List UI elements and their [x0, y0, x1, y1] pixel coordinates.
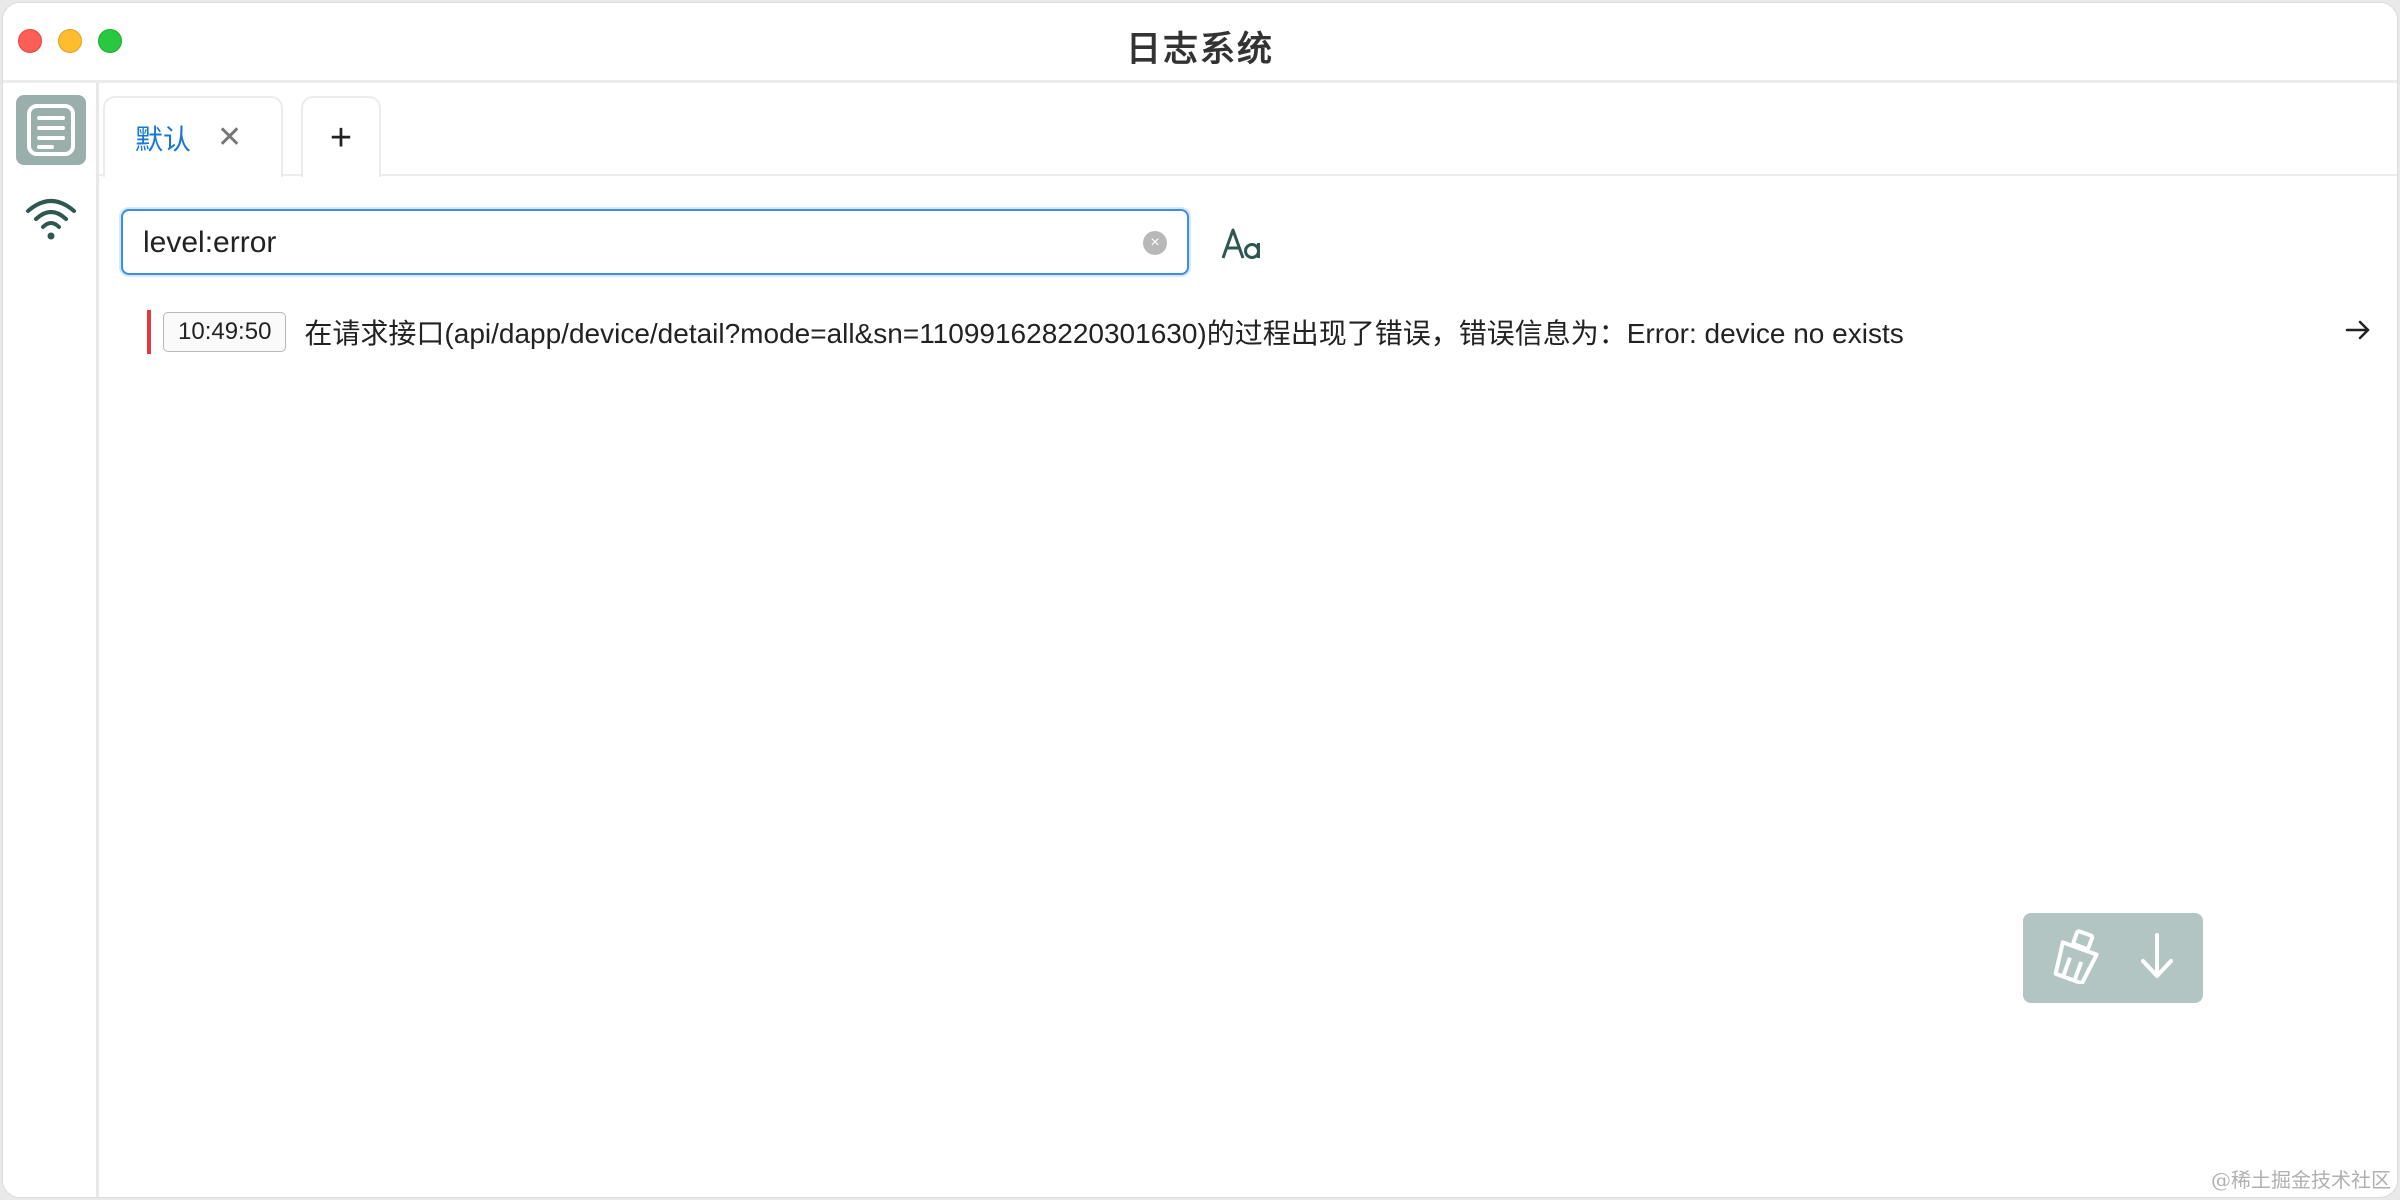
log-timestamp: 10:49:50 [163, 312, 287, 352]
log-message: 在请求接口(api/dapp/device/detail?mode=all&sn… [304, 318, 1904, 349]
clear-search-icon[interactable]: × [1143, 231, 1167, 255]
log-entry[interactable]: 10:49:50 在请求接口(api/dapp/device/detail?mo… [147, 309, 2373, 355]
tab-bar: 默认 ✕ + [99, 83, 2397, 177]
search-input[interactable] [143, 221, 1103, 265]
case-sensitive-toggle[interactable] [1217, 219, 1267, 269]
window-title: 日志系统 [1125, 30, 1274, 69]
wifi-icon [26, 199, 76, 240]
sidebar-item-network[interactable] [16, 183, 86, 253]
sidebar-item-logs[interactable] [16, 95, 86, 165]
main-area: 默认 ✕ + × 10:49:50 在请求接口(api/dapp/device/… [99, 83, 2397, 1197]
clear-brush-icon[interactable] [2049, 928, 2105, 989]
sidebar [3, 83, 99, 1197]
plus-icon: + [329, 116, 353, 159]
tab-label: 默认 [135, 123, 192, 155]
scroll-down-icon[interactable] [2137, 931, 2177, 986]
app-window: 日志系统 默认 ✕ + level:error × 10:49:50 在请求接口… [2, 2, 2398, 1198]
tab-default[interactable]: 默认 ✕ [103, 96, 283, 177]
title-bar: 日志系统 [3, 3, 2397, 83]
floating-action-panel [2023, 913, 2203, 1003]
case-sensitive-icon [1221, 228, 1260, 259]
error-level-indicator [147, 310, 151, 354]
close-icon[interactable]: ✕ [217, 122, 242, 153]
log-document-icon [27, 104, 75, 156]
search-box: × [121, 209, 1189, 275]
add-tab-button[interactable]: + [301, 96, 381, 177]
arrow-right-icon[interactable] [2343, 315, 2373, 350]
watermark: @稀土掘金技术社区 [2211, 1168, 2391, 1192]
